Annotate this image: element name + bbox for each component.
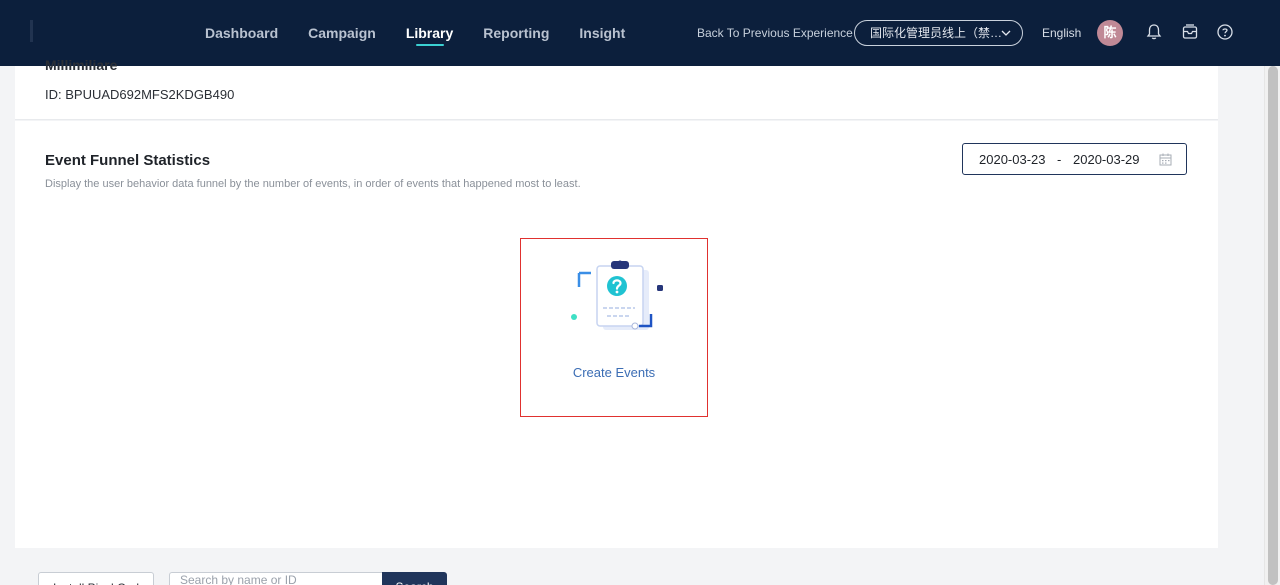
search-button[interactable]: Search [382,572,447,585]
logo-icon[interactable] [30,20,40,42]
bottom-toolbar: Install Pixel Code Search by name or ID … [0,548,1264,585]
install-pixel-code-button[interactable]: Install Pixel Code [38,572,154,585]
search-input[interactable]: Search by name or ID [169,572,383,585]
calendar-icon [1159,153,1172,166]
nav-dashboard[interactable]: Dashboard [190,0,293,66]
date-range-picker[interactable]: 2020-03-23 - 2020-03-29 [962,143,1187,175]
nav-library[interactable]: Library [391,0,468,66]
chevron-down-icon [1001,30,1011,36]
org-select-value: 国际化管理员线上（禁… [870,26,1003,40]
section-title: Event Funnel Statistics [45,152,211,169]
language-switch[interactable]: English [1042,0,1081,66]
bell-icon[interactable] [1145,23,1163,41]
date-separator: - [1057,152,1062,167]
date-start[interactable]: 2020-03-23 [979,152,1046,167]
nav-reporting[interactable]: Reporting [468,0,564,66]
org-account-select[interactable]: 国际化管理员线上（禁… [854,20,1023,46]
detail-title: Millimiliare [45,57,118,73]
scrollbar-thumb[interactable] [1268,66,1278,585]
create-events-empty-state[interactable]: Create Events [520,238,708,417]
avatar[interactable]: 陈 [1097,20,1123,46]
date-end[interactable]: 2020-03-29 [1073,152,1140,167]
detail-id: ID: BPUUAD692MFS2KDGB490 [45,87,235,102]
search-placeholder: Search by name or ID [180,573,297,585]
main-nav: Dashboard Campaign Library Reporting Ins… [190,0,640,66]
back-to-previous-link[interactable]: Back To Previous Experience [697,0,853,66]
empty-clipboard-icon [571,260,663,330]
top-navigation-bar: Dashboard Campaign Library Reporting Ins… [0,0,1280,66]
detail-card: Millimiliare ID: BPUUAD692MFS2KDGB490 [15,57,1218,120]
inbox-icon[interactable] [1181,23,1199,41]
page-scrollbar[interactable] [1264,66,1280,585]
nav-campaign[interactable]: Campaign [293,0,391,66]
event-funnel-card: Event Funnel Statistics Display the user… [15,121,1218,548]
section-description: Display the user behavior data funnel by… [45,178,581,190]
help-icon[interactable] [1216,23,1234,41]
nav-insight[interactable]: Insight [564,0,640,66]
create-events-link[interactable]: Create Events [521,365,707,380]
